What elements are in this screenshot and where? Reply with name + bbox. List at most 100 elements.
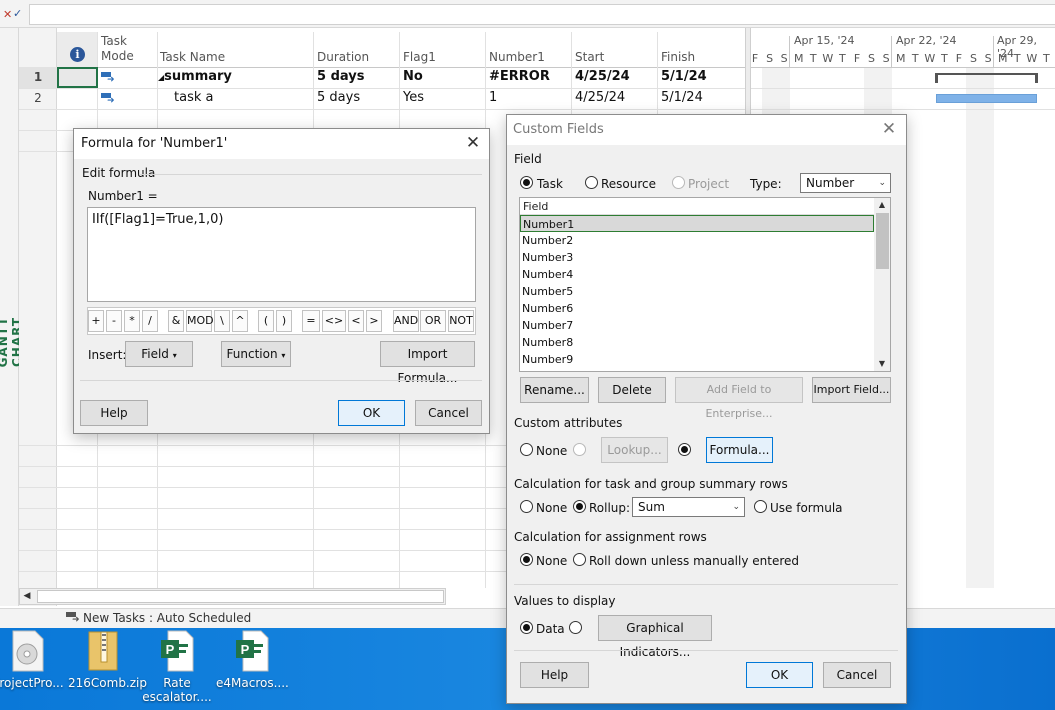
new-tasks-icon[interactable]: ➜ bbox=[66, 612, 80, 625]
grid-line bbox=[19, 88, 745, 89]
close-icon[interactable]: ✕ bbox=[462, 133, 484, 153]
confirm-entry-icon[interactable]: ✓ bbox=[13, 7, 22, 20]
operator-button[interactable]: = bbox=[302, 310, 320, 332]
insert-function-button[interactable]: Function ▾ bbox=[221, 341, 291, 367]
dialog-divider bbox=[514, 584, 898, 585]
operator-button[interactable]: ) bbox=[276, 310, 292, 332]
operator-button[interactable]: * bbox=[124, 310, 140, 332]
cancel-entry-icon[interactable]: ✕ bbox=[3, 8, 12, 21]
field-list-item[interactable]: Number1 bbox=[520, 215, 874, 232]
operator-button[interactable]: / bbox=[142, 310, 158, 332]
row-number[interactable]: 2 bbox=[19, 91, 57, 105]
task-name-cell[interactable]: task a bbox=[174, 90, 213, 105]
operator-button[interactable]: \ bbox=[214, 310, 230, 332]
operator-button[interactable]: ^ bbox=[232, 310, 248, 332]
info-icon: i bbox=[70, 47, 85, 62]
ok-button[interactable]: OK bbox=[746, 662, 813, 688]
help-button[interactable]: Help bbox=[520, 662, 589, 688]
number1-cell[interactable]: 1 bbox=[489, 90, 497, 105]
selected-cell[interactable] bbox=[57, 67, 98, 88]
operator-button[interactable]: > bbox=[366, 310, 382, 332]
radio-task[interactable] bbox=[520, 176, 533, 189]
entry-bar-input[interactable] bbox=[29, 4, 1055, 25]
insert-field-button[interactable]: Field ▾ bbox=[125, 341, 193, 367]
cancel-button[interactable]: Cancel bbox=[823, 662, 891, 688]
field-list-item[interactable]: Number9 bbox=[520, 351, 874, 368]
radio-calc-none[interactable] bbox=[520, 500, 533, 513]
values-display-label: Values to display bbox=[514, 594, 616, 608]
desktop-item[interactable]: P e4Macros.... bbox=[216, 630, 289, 690]
field-list-item[interactable]: Number2 bbox=[520, 232, 874, 249]
formula-button[interactable]: Formula... bbox=[706, 437, 773, 463]
formula-dialog-title: Formula for 'Number1' bbox=[81, 136, 228, 151]
duration-cell[interactable]: 5 days bbox=[317, 90, 360, 105]
operator-button[interactable]: OR bbox=[420, 310, 446, 332]
dialog-divider bbox=[514, 650, 898, 651]
graphical-indicators-button[interactable]: Graphical Indicators... bbox=[598, 615, 712, 659]
finish-cell[interactable]: 5/1/24 bbox=[661, 69, 707, 84]
rename-button[interactable]: Rename... bbox=[520, 377, 589, 403]
radio-assign-none[interactable] bbox=[520, 553, 533, 566]
scrollbar-thumb[interactable] bbox=[876, 213, 889, 269]
start-cell[interactable]: 4/25/24 bbox=[575, 90, 625, 105]
scrollbar-thumb[interactable] bbox=[37, 590, 444, 603]
finish-cell[interactable]: 5/1/24 bbox=[661, 90, 703, 105]
type-select[interactable]: Number ⌄ bbox=[800, 173, 891, 193]
operator-button[interactable]: < bbox=[348, 310, 364, 332]
rollup-select[interactable]: Sum ⌄ bbox=[632, 497, 745, 517]
scroll-down-icon[interactable]: ▼ bbox=[874, 357, 890, 371]
task-bar[interactable] bbox=[936, 94, 1037, 103]
operator-button[interactable]: MOD bbox=[186, 310, 214, 332]
scroll-up-icon[interactable]: ▲ bbox=[874, 198, 890, 212]
radio-calc-use-formula[interactable] bbox=[754, 500, 767, 513]
radio-attr-formula[interactable] bbox=[678, 443, 691, 456]
number1-cell[interactable]: #ERROR bbox=[489, 69, 550, 84]
radio-values-data[interactable] bbox=[520, 621, 533, 634]
column-header-task-mode[interactable]: Task Mode bbox=[98, 34, 158, 68]
desktop-item[interactable]: P Rate escalator.... bbox=[141, 630, 213, 704]
flag1-cell[interactable]: No bbox=[403, 69, 423, 84]
operator-button[interactable]: - bbox=[106, 310, 122, 332]
help-button[interactable]: Help bbox=[80, 400, 148, 426]
flag1-cell[interactable]: Yes bbox=[403, 90, 424, 105]
scroll-left-icon[interactable]: ◀ bbox=[20, 589, 34, 604]
ok-button[interactable]: OK bbox=[338, 400, 405, 426]
radio-assign-rolldown[interactable] bbox=[573, 553, 586, 566]
operator-button[interactable]: AND bbox=[393, 310, 419, 332]
field-list-item[interactable]: Number8 bbox=[520, 334, 874, 351]
field-list-item[interactable]: Number6 bbox=[520, 300, 874, 317]
add-field-to-enterprise-button: Add Field to Enterprise... bbox=[675, 377, 803, 420]
radio-calc-rollup[interactable] bbox=[573, 500, 586, 513]
timescale-day: F bbox=[955, 52, 963, 65]
summary-task-bar[interactable] bbox=[935, 73, 1038, 83]
grid-line bbox=[751, 109, 1055, 110]
new-tasks-status[interactable]: New Tasks : Auto Scheduled bbox=[83, 611, 251, 625]
radio-attr-none[interactable] bbox=[520, 443, 533, 456]
formula-textarea[interactable]: IIf([Flag1]=True,1,0) bbox=[87, 207, 476, 302]
field-list-item[interactable]: Number7 bbox=[520, 317, 874, 334]
desktop-item[interactable]: 216Comb.zip bbox=[68, 630, 147, 690]
delete-button[interactable]: Delete bbox=[598, 377, 666, 403]
import-field-button[interactable]: Import Field... bbox=[812, 377, 891, 403]
radio-values-graphical[interactable] bbox=[569, 621, 582, 634]
radio-assign-none-label: None bbox=[536, 554, 568, 568]
row-number[interactable]: 1 bbox=[19, 70, 57, 84]
start-cell[interactable]: 4/25/24 bbox=[575, 69, 630, 84]
operator-button[interactable]: + bbox=[88, 310, 104, 332]
task-name-cell[interactable]: ◢summary bbox=[158, 69, 232, 84]
operator-button[interactable]: & bbox=[168, 310, 184, 332]
duration-cell[interactable]: 5 days bbox=[317, 69, 364, 84]
field-list-item[interactable]: Number4 bbox=[520, 266, 874, 283]
close-icon[interactable]: ✕ bbox=[878, 119, 900, 139]
operator-button[interactable]: ( bbox=[258, 310, 274, 332]
timescale-day: T bbox=[941, 52, 948, 65]
operator-button[interactable]: <> bbox=[322, 310, 346, 332]
timescale-day: T bbox=[1043, 52, 1050, 65]
radio-resource[interactable] bbox=[585, 176, 598, 189]
operator-button[interactable]: NOT bbox=[448, 310, 474, 332]
cancel-button[interactable]: Cancel bbox=[415, 400, 482, 426]
field-list-item[interactable]: Number3 bbox=[520, 249, 874, 266]
desktop-item[interactable]: ProjectPro... bbox=[0, 630, 64, 690]
import-formula-button[interactable]: Import Formula... bbox=[380, 341, 475, 385]
field-list-item[interactable]: Number5 bbox=[520, 283, 874, 300]
